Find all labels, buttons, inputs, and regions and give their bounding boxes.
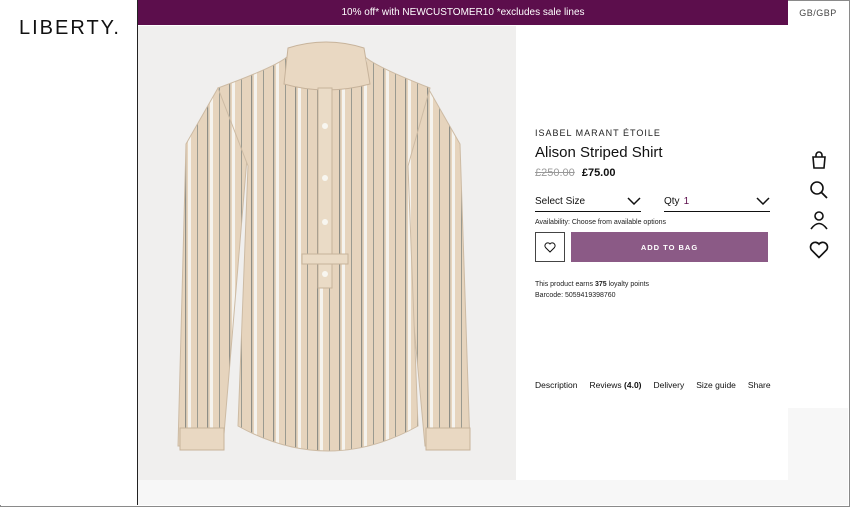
loyalty-suffix: loyalty points xyxy=(608,281,650,288)
sale-price: £75.00 xyxy=(581,167,616,179)
add-to-wishlist-button[interactable] xyxy=(535,232,565,262)
purchase-actions: ADD TO BAG xyxy=(535,232,770,262)
old-price: £250.00 xyxy=(535,167,575,179)
tab-delivery[interactable]: Delivery xyxy=(654,380,685,390)
price-row: £250.00 £75.00 xyxy=(535,167,770,179)
heart-icon xyxy=(544,241,556,253)
striped-shirt-image xyxy=(177,41,471,452)
loyalty-text: This product earns 375 loyalty points xyxy=(535,281,770,288)
chevron-down-icon xyxy=(627,197,641,205)
promo-banner[interactable]: 10% off* with NEWCUSTOMER10 *excludes sa… xyxy=(138,0,788,25)
locale-selector[interactable]: GB/GBP xyxy=(788,0,848,25)
tab-reviews-rating: (4.0) xyxy=(624,380,642,390)
product-image[interactable] xyxy=(138,26,516,480)
liberty-logo[interactable]: LIBERTY. xyxy=(19,17,121,40)
add-to-bag-button[interactable]: ADD TO BAG xyxy=(571,232,768,262)
header-icon-bar xyxy=(808,150,830,260)
account-icon[interactable] xyxy=(809,210,829,230)
tab-size-guide[interactable]: Size guide xyxy=(696,380,736,390)
qty-select-label: Qty 1 xyxy=(664,196,689,207)
promo-text: 10% off* with NEWCUSTOMER10 *excludes sa… xyxy=(341,7,585,18)
tab-reviews-label: Reviews xyxy=(589,380,622,390)
qty-label: Qty xyxy=(664,195,680,207)
loyalty-points: 375 xyxy=(594,281,607,288)
size-select[interactable]: Select Size xyxy=(535,191,641,212)
bottom-strip xyxy=(138,480,788,505)
availability-text: Availability: Choose from available opti… xyxy=(535,219,666,226)
left-rail: LIBERTY. xyxy=(0,0,138,505)
barcode-text: Barcode: 5059419398760 xyxy=(535,292,616,299)
search-icon[interactable] xyxy=(809,180,829,200)
tab-reviews[interactable]: Reviews (4.0) xyxy=(590,380,642,390)
bag-icon[interactable] xyxy=(809,150,829,170)
right-grey-panel xyxy=(788,408,848,505)
size-select-label: Select Size xyxy=(535,195,586,207)
loyalty-prefix: This product earns xyxy=(535,281,593,288)
product-designer[interactable]: ISABEL MARANT ÉTOILE xyxy=(535,128,770,138)
tab-share[interactable]: Share xyxy=(748,380,771,390)
chevron-down-icon xyxy=(756,197,770,205)
option-selects: Select Size Qty 1 xyxy=(535,191,770,212)
wishlist-icon[interactable] xyxy=(809,240,829,260)
product-title: Alison Striped Shirt xyxy=(535,144,663,161)
qty-value: 1 xyxy=(683,195,690,207)
qty-select[interactable]: Qty 1 xyxy=(664,191,770,212)
product-details: ISABEL MARANT ÉTOILE Alison Striped Shir… xyxy=(535,128,770,299)
product-tabs: Description Reviews (4.0) Delivery Size … xyxy=(535,380,771,390)
tab-description[interactable]: Description xyxy=(535,380,578,390)
